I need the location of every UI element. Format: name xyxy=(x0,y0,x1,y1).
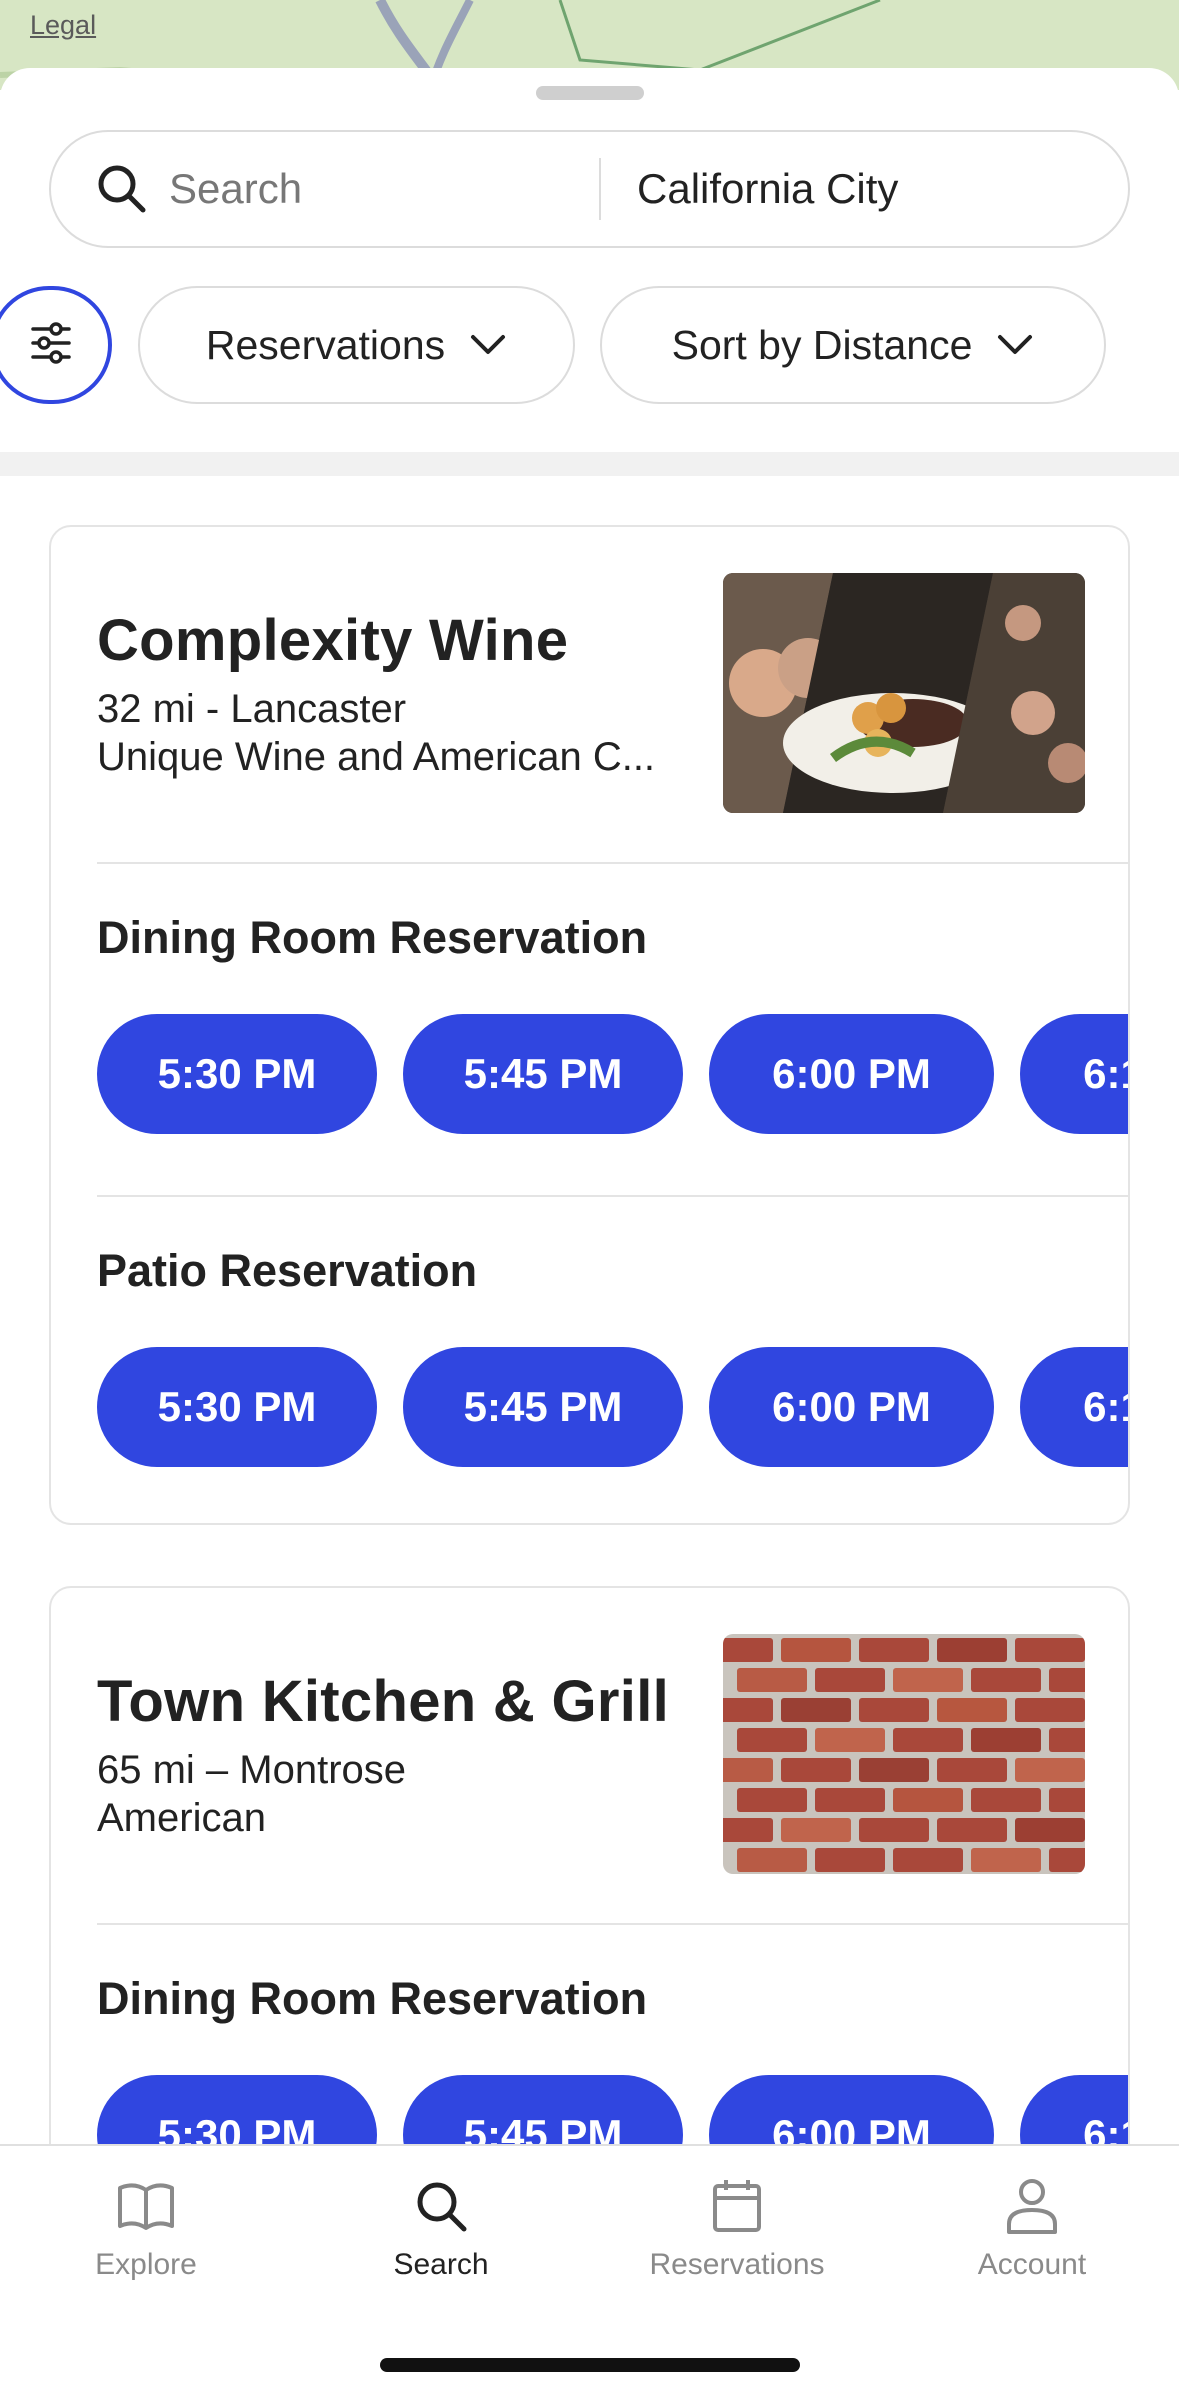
calendar-icon xyxy=(705,2174,769,2238)
card-divider xyxy=(97,1923,1128,1925)
restaurant-cuisine: American xyxy=(97,1796,266,1840)
restaurant-cuisine: Unique Wine and American C... xyxy=(97,735,656,779)
card-divider xyxy=(97,1195,1128,1197)
tab-search[interactable]: Search xyxy=(341,2174,541,2282)
person-icon xyxy=(1000,2174,1064,2238)
time-slot-button[interactable]: 5:30 PM xyxy=(97,1014,377,1134)
time-slot-button[interactable]: 5:45 PM xyxy=(403,1014,683,1134)
time-slot-button[interactable]: 6:15 PM xyxy=(1020,1014,1128,1134)
tab-label: Search xyxy=(393,2248,489,2281)
time-slot-list: 5:30 PM 5:45 PM 6:00 PM 6:15 PM xyxy=(97,1347,1128,1467)
search-icon xyxy=(95,162,149,216)
time-slot-button[interactable]: 6:00 PM xyxy=(709,1014,994,1134)
restaurant-photo[interactable] xyxy=(723,1634,1085,1874)
chevron-down-icon xyxy=(996,333,1034,357)
section-title-dining-room: Dining Room Reservation xyxy=(97,912,648,963)
section-title-dining-room: Dining Room Reservation xyxy=(97,1973,648,2024)
bottom-tab-bar: Explore Search Reservations Account xyxy=(0,2144,1179,2396)
filter-row: Reservations Sort by Distance xyxy=(0,286,1179,406)
time-slot-button[interactable]: 6:15 PM xyxy=(1020,1347,1128,1467)
tab-label: Reservations xyxy=(649,2248,825,2281)
tab-account[interactable]: Account xyxy=(932,2174,1132,2282)
sheet-grabber[interactable] xyxy=(536,86,644,100)
book-icon xyxy=(114,2174,178,2238)
sort-dropdown-label: Sort by Distance xyxy=(671,321,973,368)
reservations-dropdown[interactable]: Reservations xyxy=(138,286,575,404)
time-slot-list: 5:30 PM 5:45 PM 6:00 PM 6:15 PM xyxy=(97,1014,1128,1134)
reservations-dropdown-label: Reservations xyxy=(205,321,446,368)
time-slot-button[interactable]: 6:00 PM xyxy=(709,1347,994,1467)
section-title-patio: Patio Reservation xyxy=(97,1245,478,1296)
map-legal-link[interactable]: Legal xyxy=(30,10,96,41)
restaurant-distance: 65 mi – Montrose xyxy=(97,1748,407,1792)
tab-explore[interactable]: Explore xyxy=(46,2174,246,2282)
sliders-icon xyxy=(29,321,73,370)
search-divider xyxy=(599,158,601,220)
restaurant-card[interactable]: Complexity Wine 32 mi - Lancaster Unique… xyxy=(49,525,1130,1525)
tab-reservations[interactable]: Reservations xyxy=(637,2174,837,2282)
sort-dropdown[interactable]: Sort by Distance xyxy=(600,286,1106,404)
tab-label: Explore xyxy=(95,2248,197,2281)
location-field[interactable]: California City xyxy=(637,165,898,213)
restaurant-name[interactable]: Town Kitchen & Grill xyxy=(97,1668,669,1735)
time-slot-button[interactable]: 5:30 PM xyxy=(97,1347,377,1467)
section-separator xyxy=(0,452,1179,476)
search-bar[interactable]: Search California City xyxy=(49,130,1130,248)
chevron-down-icon xyxy=(469,333,507,357)
filters-button[interactable] xyxy=(0,286,112,404)
restaurant-photo[interactable] xyxy=(723,573,1085,813)
home-indicator xyxy=(380,2358,800,2372)
search-input[interactable]: Search xyxy=(169,165,599,213)
tab-label: Account xyxy=(977,2248,1087,2281)
restaurant-distance: 32 mi - Lancaster xyxy=(97,687,407,731)
time-slot-button[interactable]: 5:45 PM xyxy=(403,1347,683,1467)
card-divider xyxy=(97,862,1128,864)
search-icon xyxy=(409,2174,473,2238)
restaurant-name[interactable]: Complexity Wine xyxy=(97,607,568,674)
